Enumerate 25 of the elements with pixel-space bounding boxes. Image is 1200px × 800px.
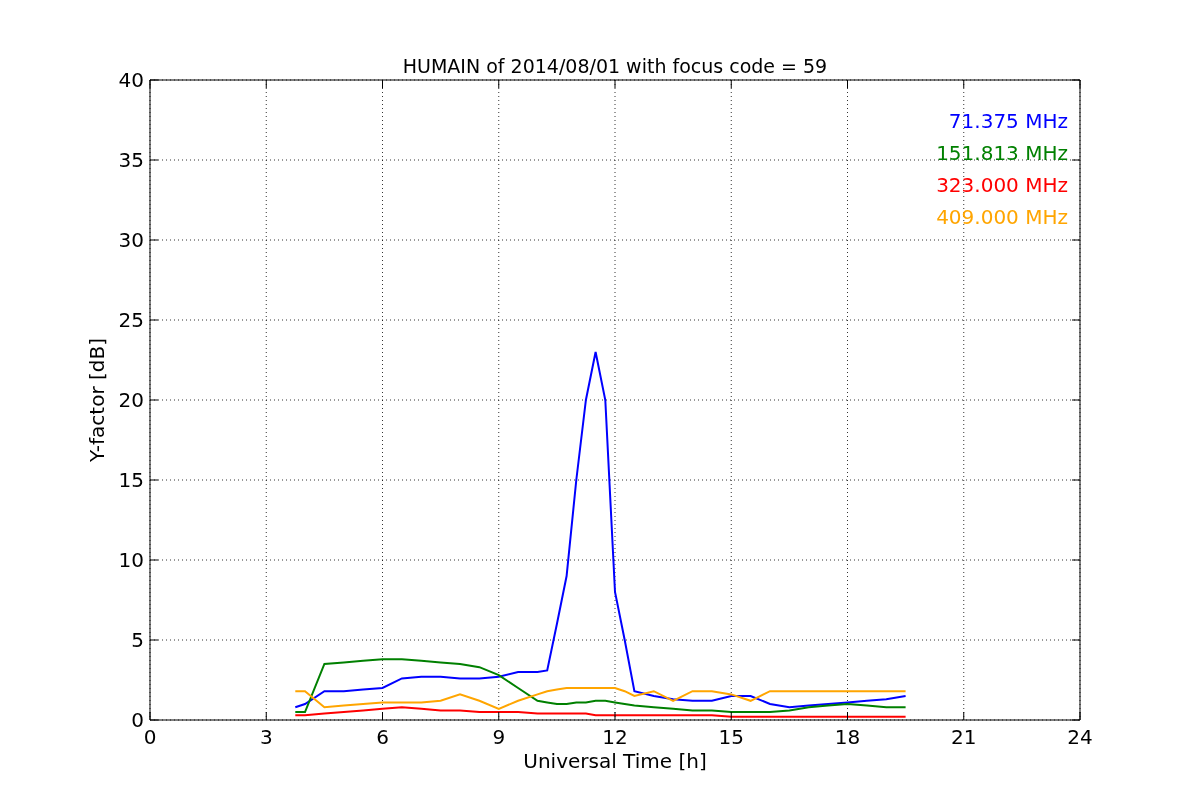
x-tick-label: 0 [143,725,157,749]
x-tick-label: 21 [951,725,977,749]
y-tick-label: 10 [118,548,144,572]
y-tick-label: 15 [118,468,144,492]
y-tick-label: 35 [118,148,144,172]
x-tick-label: 12 [602,725,628,749]
x-tick-label: 3 [259,725,273,749]
x-tick-label: 6 [376,725,389,749]
y-tick-label: 20 [118,388,144,412]
legend-label: 151.813 MHz [936,141,1068,165]
legend-label: 409.000 MHz [936,205,1068,229]
y-tick-label: 25 [118,308,144,332]
x-axis-label: Universal Time [h] [523,749,707,773]
chart-title: HUMAIN of 2014/08/01 with focus code = 59 [402,55,828,77]
x-tick-label: 24 [1067,725,1093,749]
y-axis-label: Y-factor [dB] [85,338,109,462]
x-tick-label: 15 [718,725,744,749]
y-tick-label: 0 [131,708,144,732]
legend-label: 71.375 MHz [948,109,1068,133]
x-tick-label: 18 [834,725,861,749]
y-tick-label: 40 [118,68,144,92]
y-tick-label: 30 [118,228,144,252]
x-tick-label: 9 [492,725,506,749]
y-tick-label: 5 [131,628,144,652]
legend-label: 323.000 MHz [936,173,1068,197]
